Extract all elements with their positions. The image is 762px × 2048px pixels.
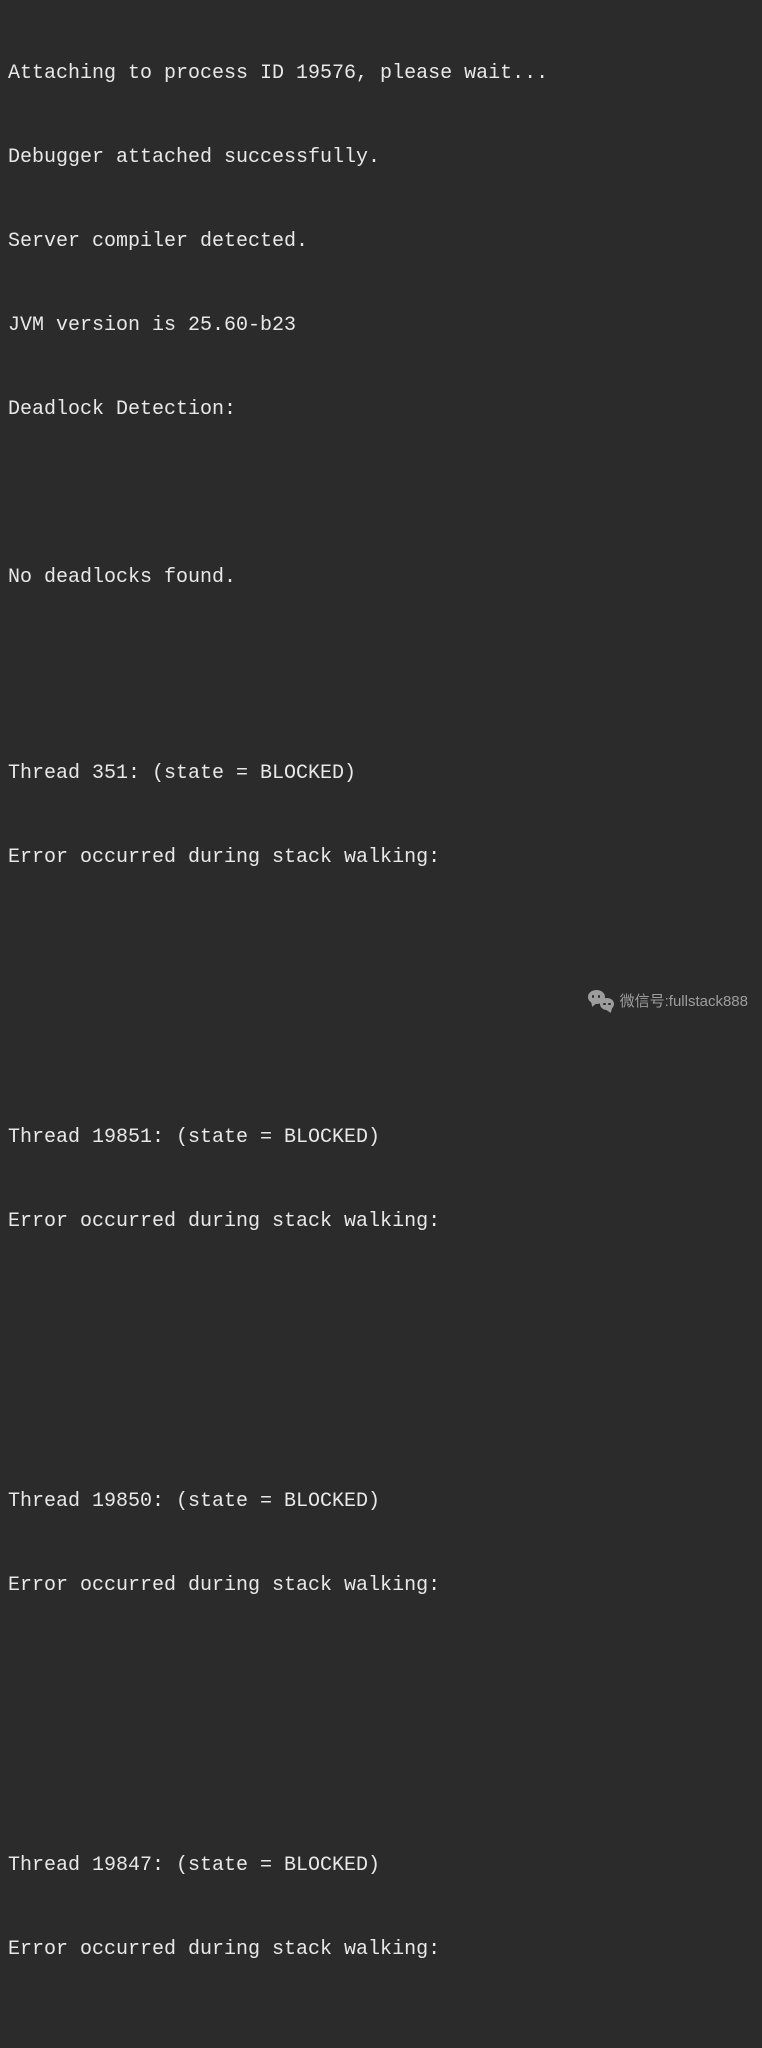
blank-line (8, 1292, 754, 1320)
thread-error: Error occurred during stack walking: (8, 1936, 754, 1964)
thread-title: Thread 19850: (state = BLOCKED) (8, 1488, 754, 1516)
blank-line (8, 1740, 754, 1768)
blank-line (8, 928, 754, 956)
jvm-version-line: JVM version is 25.60-b23 (8, 312, 754, 340)
thread-error: Error occurred during stack walking: (8, 1572, 754, 1600)
thread-title: Thread 351: (state = BLOCKED) (8, 760, 754, 788)
attached-line: Debugger attached successfully. (8, 144, 754, 172)
compiler-line: Server compiler detected. (8, 228, 754, 256)
deadlock-result-line: No deadlocks found. (8, 564, 754, 592)
blank-line (8, 2020, 754, 2048)
attaching-line: Attaching to process ID 19576, please wa… (8, 60, 754, 88)
thread-error: Error occurred during stack walking: (8, 844, 754, 872)
blank-line (8, 1012, 754, 1040)
blank-line (8, 480, 754, 508)
watermark: 微信号:fullstack888 (588, 990, 748, 1012)
terminal-output: Attaching to process ID 19576, please wa… (8, 4, 754, 2048)
thread-title: Thread 19851: (state = BLOCKED) (8, 1124, 754, 1152)
thread-error: Error occurred during stack walking: (8, 1208, 754, 1236)
blank-line (8, 1656, 754, 1684)
wechat-icon (588, 990, 614, 1012)
thread-title: Thread 19847: (state = BLOCKED) (8, 1852, 754, 1880)
deadlock-title-line: Deadlock Detection: (8, 396, 754, 424)
watermark-text: 微信号:fullstack888 (620, 991, 748, 1012)
blank-line (8, 648, 754, 676)
blank-line (8, 1376, 754, 1404)
